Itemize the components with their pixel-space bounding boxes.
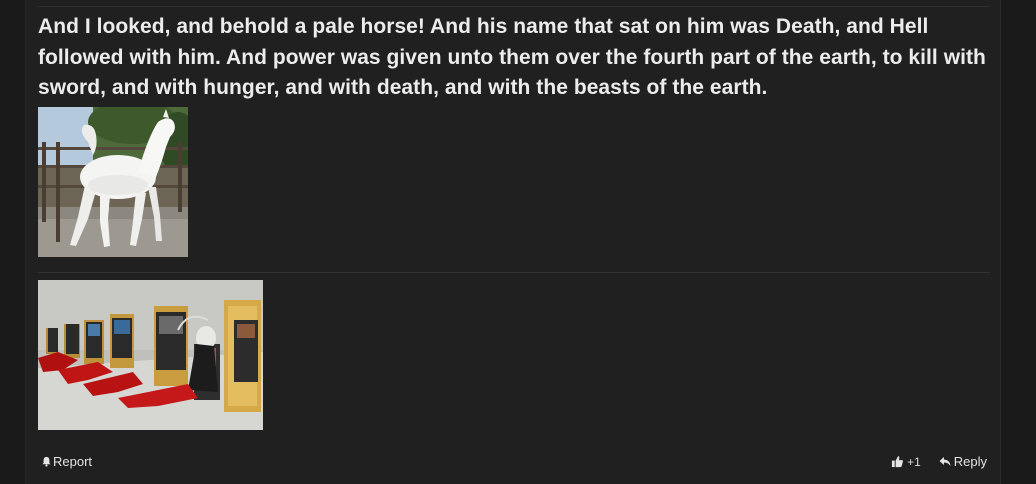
post-body-text: And I looked, and behold a pale horse! A… (38, 15, 986, 99)
reply-label: Reply (953, 454, 987, 469)
top-divider (38, 6, 990, 7)
report-label: Report (53, 454, 93, 469)
white-horse-image (38, 107, 188, 257)
report-button[interactable]: Report (41, 454, 92, 469)
like-button[interactable]: +1 (891, 455, 921, 469)
forum-post: And I looked, and behold a pale horse! A… (25, 0, 1001, 484)
bell-icon (42, 456, 51, 467)
like-count: +1 (907, 454, 921, 469)
reply-button[interactable]: Reply (939, 454, 987, 469)
post-actions: +1 Reply (891, 454, 987, 469)
signature-divider (38, 272, 990, 273)
signature-image (38, 280, 263, 430)
thumbs-up-icon (891, 456, 904, 468)
reply-arrow-icon (939, 457, 951, 466)
